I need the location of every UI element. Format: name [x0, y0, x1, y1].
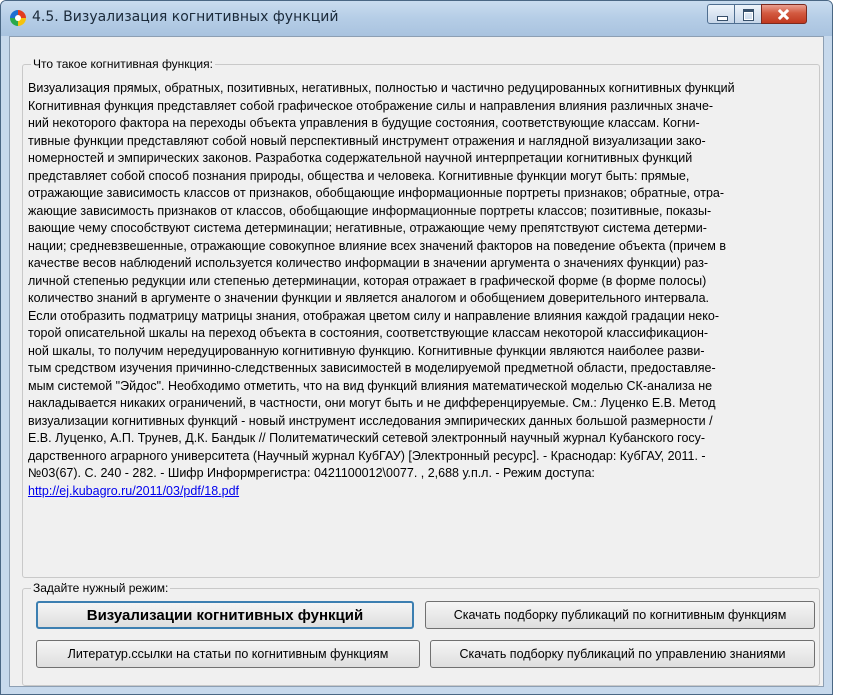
description-line: вающие чему способствуют система детерми…: [28, 221, 707, 235]
description-line: Если отобразить подматрицу матрицы знани…: [28, 308, 719, 323]
description-line: ной шкалы, то получим нередуцированную к…: [28, 343, 705, 358]
download-cognitive-publications-button[interactable]: Скачать подборку публикаций по когнитивн…: [425, 601, 815, 629]
description-line: представляет собой способ познания приро…: [28, 168, 690, 183]
description-line: №03(67). С. 240 - 282. - Шифр Информреги…: [28, 466, 595, 480]
visualize-cognitive-functions-button[interactable]: Визуализации когнитивных функций: [36, 601, 414, 629]
mode-group-title: Задайте нужный режим:: [31, 581, 171, 595]
description-line: личной степенью редукции или степенью де…: [28, 273, 707, 288]
description-line: визуализации когнитивных функций - новый…: [28, 413, 713, 428]
description-line: номерностей и эмпирических законов. Разр…: [28, 151, 693, 165]
description-line: тивные функции представляют собой новый …: [28, 133, 706, 148]
description-line: мым системой "Эйдос". Необходимо отметит…: [28, 378, 713, 393]
maximize-button[interactable]: [734, 4, 762, 24]
minimize-button[interactable]: [707, 4, 735, 24]
literature-references-button[interactable]: Литератур.ссылки на статьи по когнитивны…: [36, 640, 420, 668]
download-knowledge-management-publications-button[interactable]: Скачать подборку публикаций по управлени…: [430, 640, 815, 668]
description-text: Визуализация прямых, обратных, позитивны…: [28, 80, 822, 500]
description-line: нации; средневзвешенные, отражающие сово…: [28, 238, 726, 253]
description-line: Визуализация прямых, обратных, позитивны…: [28, 81, 735, 95]
close-button[interactable]: [761, 4, 807, 24]
description-group-title: Что такое когнитивная функция:: [31, 57, 215, 71]
description-line: дарственного аграрного университета (Нау…: [28, 448, 706, 463]
description-line: накладывается никаких ограничений, в час…: [28, 396, 716, 410]
description-line: Е.В. Луценко, А.П. Трунев, Д.К. Бандык /…: [28, 431, 706, 445]
description-line: тым средством изучения причинно-следстве…: [28, 361, 716, 375]
eidos-app-icon: [10, 10, 26, 26]
window-title: 4.5. Визуализация когнитивных функций: [32, 9, 339, 25]
description-line: Когнитивная функция представляет собой г…: [28, 98, 714, 113]
description-line: ний некоторого фактора на переходы объек…: [28, 116, 700, 130]
description-line: количество знаний в аргументе о значении…: [28, 291, 709, 305]
description-line: отражающие зависимость классов от призна…: [28, 186, 725, 200]
article-pdf-link[interactable]: http://ej.kubagro.ru/2011/03/pdf/18.pdf: [28, 484, 239, 498]
title-bar[interactable]: 4.5. Визуализация когнитивных функций: [1, 1, 832, 36]
description-line: торой описательной шкалы на переход объе…: [28, 326, 709, 340]
description-line: жающие зависимость признаков от классов,…: [28, 203, 712, 218]
description-line: качестве весов наблюдений используется к…: [28, 256, 709, 270]
